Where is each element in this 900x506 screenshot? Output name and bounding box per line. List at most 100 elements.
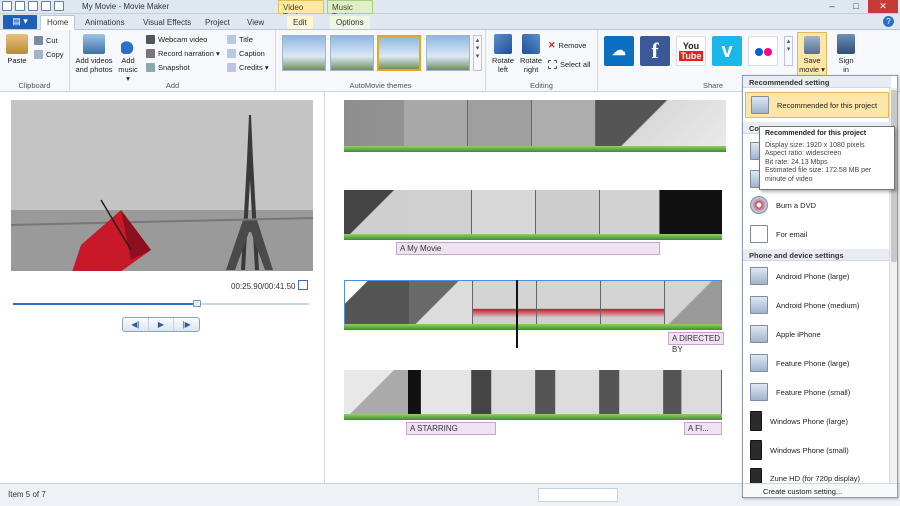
rotate-right-button[interactable]: Rotate right <box>518 34 544 74</box>
close-button[interactable]: ✕ <box>868 0 898 13</box>
clip-row-4[interactable] <box>344 370 722 416</box>
android-medium-item[interactable]: Android Phone (medium) <box>745 292 889 318</box>
add-group-label: Add <box>165 81 180 90</box>
save-movie-icon <box>804 36 820 54</box>
android-large-item[interactable]: Android Phone (large) <box>745 263 889 289</box>
phone-icon <box>750 296 768 314</box>
credits-icon <box>227 63 236 72</box>
feature-phone-small-item[interactable]: Feature Phone (small) <box>745 379 889 405</box>
themes-gallery-scroll[interactable]: ▴ ▾ ▾ <box>473 35 482 71</box>
clip-row-1[interactable] <box>344 100 726 146</box>
clipboard-icon <box>6 34 28 54</box>
tab-project[interactable]: Project <box>199 16 236 29</box>
theme-fade[interactable] <box>377 35 421 71</box>
tab-view[interactable]: View <box>241 16 270 29</box>
theme-default[interactable] <box>282 35 326 71</box>
tab-options[interactable]: Options <box>330 16 370 29</box>
tab-visual-effects[interactable]: Visual Effects <box>137 16 197 29</box>
save-movie-button[interactable]: Save movie ▾ <box>797 32 827 76</box>
seek-bar-thumb[interactable] <box>192 300 201 307</box>
copy-icon <box>34 50 43 59</box>
minimize-button[interactable]: – <box>820 0 844 13</box>
item-count: Item 5 of 7 <box>8 490 46 499</box>
windows-phone-large-item[interactable]: Windows Phone (large) <box>745 408 889 434</box>
share-gallery-scroll[interactable]: ▴ ▾ <box>784 36 793 66</box>
burn-dvd-item[interactable]: Burn a DVD <box>745 192 889 218</box>
caption-button[interactable]: Caption <box>227 49 265 58</box>
customize-qat-icon[interactable] <box>54 1 64 11</box>
playback-controls: ◀| ▶ |▶ <box>122 317 200 332</box>
app-icon[interactable] <box>2 1 12 11</box>
audio-track-3[interactable] <box>344 324 722 330</box>
clip-row-2[interactable] <box>344 190 722 236</box>
select-all-button[interactable]: Select all <box>548 60 590 69</box>
flickr-icon[interactable] <box>748 36 778 66</box>
create-custom-setting-item[interactable]: Create custom setting... <box>743 483 897 497</box>
youtube-icon[interactable]: You Tube <box>676 36 706 66</box>
theme-pan-zoom[interactable] <box>426 35 470 71</box>
recommended-setting-header: Recommended setting <box>743 76 891 88</box>
for-email-item[interactable]: For email <box>745 221 889 247</box>
zoom-control[interactable] <box>538 488 618 502</box>
seek-bar[interactable] <box>13 300 309 307</box>
caption-fi[interactable]: A FI... <box>684 422 722 435</box>
rotate-left-button[interactable]: Rotate left <box>490 34 516 74</box>
save-icon[interactable] <box>15 1 25 11</box>
title-icon <box>227 35 236 44</box>
email-icon <box>750 225 768 243</box>
next-frame-button[interactable]: |▶ <box>174 318 199 331</box>
copy-button[interactable]: Copy <box>34 50 64 59</box>
phone-icon <box>750 383 768 401</box>
play-button[interactable]: ▶ <box>149 318 175 331</box>
previous-frame-button[interactable]: ◀| <box>123 318 149 331</box>
windows-phone-small-item[interactable]: Windows Phone (small) <box>745 437 889 463</box>
music-note-icon <box>121 34 135 54</box>
tooltip-file-size: Estimated file size: 172.58 MB per <box>765 167 872 174</box>
snapshot-button[interactable]: Snapshot <box>146 63 190 72</box>
paste-label: Paste <box>7 56 27 65</box>
record-narration-button[interactable]: Record narration ▾ <box>146 49 220 58</box>
tab-animations[interactable]: Animations <box>79 16 131 29</box>
cut-button[interactable]: Cut <box>34 36 58 45</box>
remove-button[interactable]: ✕ Remove <box>548 40 586 51</box>
paste-button[interactable]: ClipboardPaste <box>4 34 30 65</box>
file-menu-button[interactable]: ▤ ▾ <box>3 15 37 29</box>
clip-row-3[interactable] <box>344 280 722 326</box>
ribbon-tabs: ▤ ▾ Home Animations Visual Effects Proje… <box>0 14 900 30</box>
add-music-button[interactable]: Add music ▾ <box>116 34 140 83</box>
dvd-icon <box>750 196 768 214</box>
caption-my-movie[interactable]: A My Movie <box>396 242 660 255</box>
video-preview[interactable] <box>11 100 313 271</box>
phone-device-header: Phone and device settings <box>743 249 891 261</box>
feature-phone-large-item[interactable]: Feature Phone (large) <box>745 350 889 376</box>
add-videos-photos-button[interactable]: Add videos and photos <box>74 34 114 74</box>
tooltip-aspect-ratio: Aspect ratio: widescreen <box>765 150 842 157</box>
undo-icon[interactable] <box>28 1 38 11</box>
playhead[interactable] <box>516 280 518 348</box>
audio-track-4[interactable] <box>344 414 722 420</box>
webcam-icon <box>146 35 155 44</box>
caption-starring[interactable]: A STARRING <box>406 422 496 435</box>
sign-in-button[interactable]: Sign in <box>832 34 860 74</box>
facebook-icon[interactable]: f <box>640 36 670 66</box>
audio-track-2[interactable] <box>344 234 722 240</box>
maximize-button[interactable]: □ <box>844 0 868 13</box>
webcam-video-button[interactable]: Webcam video <box>146 35 207 44</box>
fullscreen-icon[interactable] <box>298 280 308 290</box>
theme-contemporary[interactable] <box>330 35 374 71</box>
onedrive-icon[interactable]: ☁ <box>604 36 634 66</box>
credits-button[interactable]: Credits ▾ <box>227 63 269 72</box>
rotate-right-icon <box>522 34 540 54</box>
caption-directed-by[interactable]: A DIRECTED BY <box>668 332 724 354</box>
phone-icon <box>750 325 768 343</box>
vimeo-icon[interactable]: v <box>712 36 742 66</box>
tab-edit[interactable]: Edit <box>287 16 313 29</box>
tab-home[interactable]: Home <box>40 15 76 30</box>
help-icon[interactable]: ? <box>883 16 894 27</box>
title-button[interactable]: Title <box>227 35 253 44</box>
redo-icon[interactable] <box>41 1 51 11</box>
audio-track-1[interactable] <box>344 146 726 152</box>
clipboard-group: ClipboardPaste Cut Copy Clipboard <box>0 30 70 92</box>
recommended-for-project-item[interactable]: Recommended for this project <box>745 92 889 118</box>
apple-iphone-item[interactable]: Apple iPhone <box>745 321 889 347</box>
